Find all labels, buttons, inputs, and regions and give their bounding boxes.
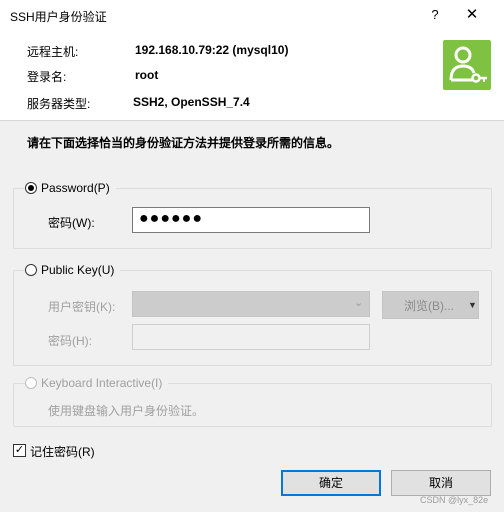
remember-password-checkbox[interactable]: ✓ [13,444,26,457]
watermark-text: CSDN @lyx_82e [420,495,489,505]
password-radio[interactable]: Password(P) [25,180,116,196]
public-key-radio[interactable]: Public Key(U) [25,262,121,278]
browse-button-label: 浏览(B)... [404,299,454,313]
server-type-label: 服务器类型: [27,97,91,111]
host-value: 192.168.10.79:22 (mysql10) [135,43,289,57]
passphrase-input[interactable] [132,324,370,350]
password-radio-circle[interactable] [25,182,37,194]
public-key-radio-circle[interactable] [25,264,37,276]
chevron-down-icon: ⌄ [354,297,364,309]
passphrase-label: 密码(H): [48,334,92,348]
password-radio-label: Password(P) [41,181,110,195]
host-label: 远程主机: [27,45,79,59]
instruction-text: 请在下面选择恰当的身份验证方法并提供登录所需的信息。 [27,136,340,150]
keyboard-interactive-description: 使用键盘输入用户身份验证。 [48,404,205,418]
keyboard-interactive-radio-circle[interactable] [25,377,37,389]
user-key-label: 用户密钥(K): [48,300,116,314]
remember-password-label[interactable]: 记住密码(R) [30,443,95,460]
keyboard-interactive-label: Keyboard Interactive(I) [41,376,163,390]
window-title: SSH用户身份验证 [10,10,107,24]
close-button[interactable]: ✕ [460,4,484,26]
user-key-icon [443,40,491,90]
login-value: root [135,68,159,82]
password-field-label: 密码(W): [48,216,95,230]
cancel-button[interactable]: 取消 [391,470,491,496]
server-type-value: SSH2, OpenSSH_7.4 [133,95,250,109]
login-label: 登录名: [27,70,67,84]
public-key-radio-label: Public Key(U) [41,263,115,277]
password-input[interactable]: ●●●●●● [132,207,370,233]
dropdown-arrow-icon: ▼ [468,300,477,310]
user-key-select[interactable] [132,291,370,317]
keyboard-interactive-radio[interactable]: Keyboard Interactive(I) [25,375,169,391]
ok-button[interactable]: 确定 [281,470,381,496]
help-button[interactable]: ? [424,4,446,26]
